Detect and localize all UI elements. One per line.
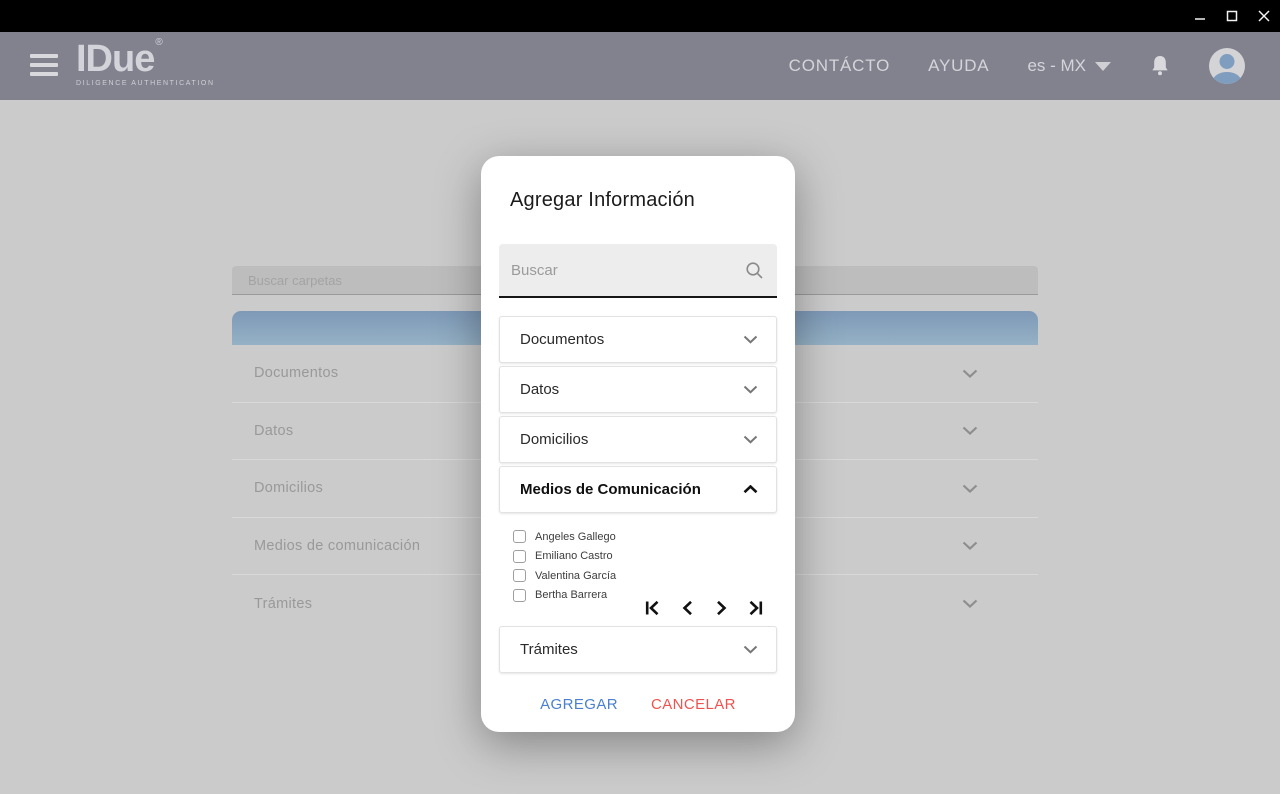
add-information-dialog: Agregar Información Documentos Datos Dom… <box>481 156 795 732</box>
chevron-down-icon <box>962 369 978 378</box>
last-page-icon <box>748 600 763 616</box>
menu-button[interactable] <box>30 52 58 78</box>
close-button[interactable] <box>1248 0 1280 32</box>
last-page-button[interactable] <box>744 596 766 620</box>
avatar-person-icon <box>1220 54 1235 69</box>
cancelar-button[interactable]: CANCELAR <box>651 696 736 713</box>
chevron-down-icon <box>743 435 758 444</box>
first-page-icon <box>645 600 660 616</box>
chevron-right-icon <box>716 600 727 616</box>
maximize-icon <box>1226 10 1238 22</box>
checklist-item[interactable]: Emiliano Castro <box>513 547 616 567</box>
minimize-icon <box>1194 10 1206 22</box>
checkbox[interactable] <box>513 569 526 582</box>
dialog-search-input[interactable] <box>499 244 745 296</box>
pagination <box>481 596 795 620</box>
header-nav: CONTÁCTO AYUDA es - MX <box>789 32 1245 100</box>
hamburger-icon <box>30 54 58 58</box>
minimize-button[interactable] <box>1184 0 1216 32</box>
chevron-down-icon <box>962 541 978 550</box>
language-label: es - MX <box>1027 56 1086 76</box>
section-domicilios[interactable]: Domicilios <box>499 416 777 463</box>
first-page-button[interactable] <box>641 596 663 620</box>
checklist-item[interactable]: Angeles Gallego <box>513 527 616 547</box>
agregar-button[interactable]: AGREGAR <box>540 696 618 713</box>
checkbox[interactable] <box>513 550 526 563</box>
logo-subtitle: DILIGENCE AUTHENTICATION <box>76 80 215 87</box>
maximize-button[interactable] <box>1216 0 1248 32</box>
bell-icon <box>1149 54 1171 78</box>
language-selector[interactable]: es - MX <box>1027 56 1111 76</box>
next-page-button[interactable] <box>710 596 732 620</box>
chevron-down-icon <box>962 599 978 608</box>
checkbox[interactable] <box>513 530 526 543</box>
os-titlebar <box>0 0 1280 32</box>
nav-help[interactable]: AYUDA <box>928 56 989 76</box>
chevron-left-icon <box>682 600 693 616</box>
dialog-actions: AGREGAR CANCELAR <box>481 696 795 713</box>
section-medios-de-comunicacion[interactable]: Medios de Comunicación <box>499 466 777 513</box>
app-logo: IDue® DILIGENCE AUTHENTICATION <box>76 38 215 87</box>
app-header: IDue® DILIGENCE AUTHENTICATION CONTÁCTO … <box>0 32 1280 100</box>
checklist-item[interactable]: Valentina García <box>513 566 616 586</box>
previous-page-button[interactable] <box>676 596 698 620</box>
chevron-down-icon <box>1095 62 1111 71</box>
search-icon <box>745 261 764 280</box>
section-tramites[interactable]: Trámites <box>499 626 777 673</box>
notifications-button[interactable] <box>1149 54 1171 78</box>
logo-text: IDue <box>76 38 154 80</box>
accordion-sections: Documentos Datos Domicilios Medios de Co… <box>499 316 777 516</box>
chevron-down-icon <box>743 645 758 654</box>
dialog-title: Agregar Información <box>510 189 695 212</box>
registered-mark: ® <box>155 37 162 48</box>
chevron-down-icon <box>962 426 978 435</box>
contact-checklist: Angeles Gallego Emiliano Castro Valentin… <box>513 527 616 605</box>
chevron-down-icon <box>962 484 978 493</box>
nav-contact[interactable]: CONTÁCTO <box>789 56 890 76</box>
chevron-up-icon <box>743 485 758 494</box>
avatar[interactable] <box>1209 48 1245 84</box>
section-documentos[interactable]: Documentos <box>499 316 777 363</box>
app-window: IDue® DILIGENCE AUTHENTICATION CONTÁCTO … <box>0 0 1280 794</box>
close-icon <box>1258 10 1270 22</box>
chevron-down-icon <box>743 335 758 344</box>
dialog-search-field[interactable] <box>499 244 777 298</box>
section-datos[interactable]: Datos <box>499 366 777 413</box>
chevron-down-icon <box>743 385 758 394</box>
